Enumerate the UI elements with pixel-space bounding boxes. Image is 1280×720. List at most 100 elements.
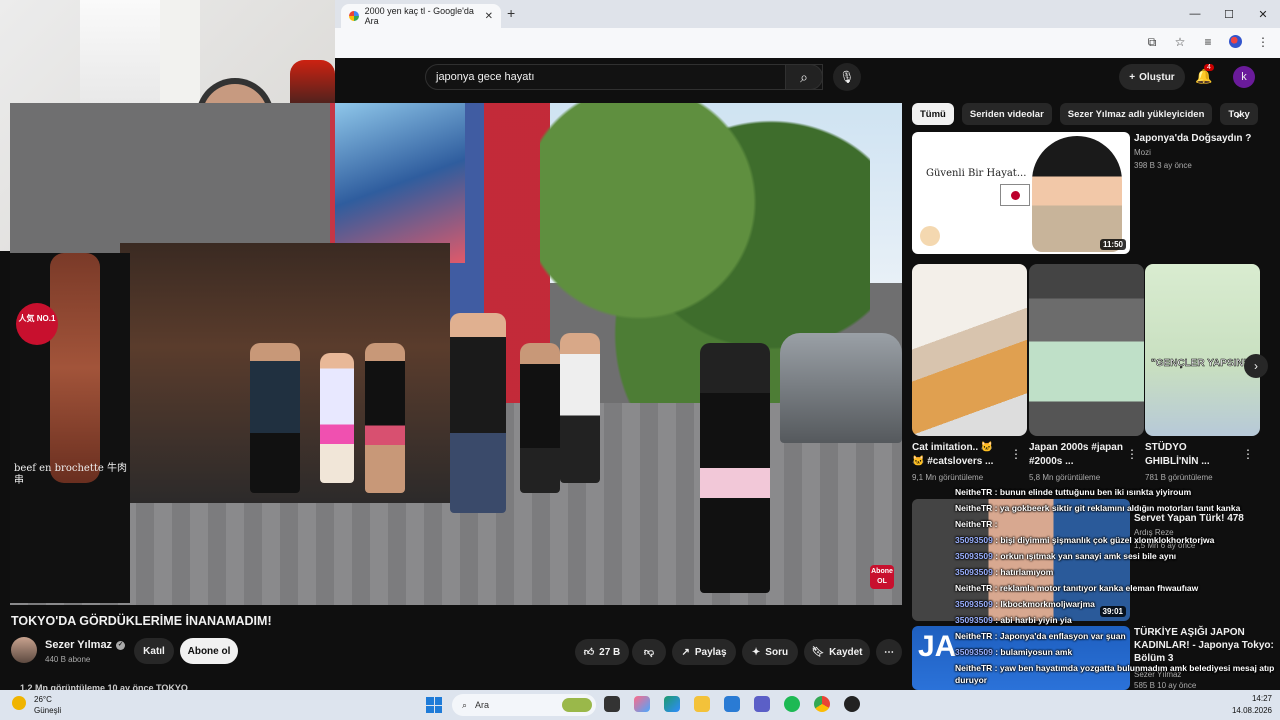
weather-widget[interactable]: 26°C Güneşli bbox=[12, 694, 61, 716]
tab-close-icon[interactable]: ✕ bbox=[485, 11, 493, 22]
dislike-button[interactable]: 👎︎ bbox=[632, 639, 666, 665]
chat-username: NeitheTR bbox=[955, 631, 993, 641]
browser-menu-icon[interactable]: ⋮ bbox=[1256, 35, 1270, 49]
short3-menu-icon[interactable]: ⋮ bbox=[1242, 447, 1254, 461]
channel-name[interactable]: Sezer Yılmaz ✓ bbox=[45, 639, 126, 651]
rec1-title[interactable]: Japonya'da Doğsaydın ? bbox=[1134, 132, 1264, 145]
short1-menu-icon[interactable]: ⋮ bbox=[1010, 447, 1022, 461]
short2-menu-icon[interactable]: ⋮ bbox=[1126, 447, 1138, 461]
more-actions-button[interactable]: ⋯ bbox=[876, 639, 902, 665]
rec1-illustration bbox=[1032, 136, 1122, 252]
poster-skewer bbox=[50, 253, 100, 483]
short2-thumbnail[interactable] bbox=[1029, 264, 1144, 436]
create-button[interactable]: + Oluştur bbox=[1119, 64, 1185, 90]
short1-thumbnail[interactable] bbox=[912, 264, 1027, 436]
ask-button[interactable]: ✦ Soru bbox=[742, 639, 798, 665]
channel-logo-icon bbox=[920, 226, 940, 246]
browser-tabbar: 2000 yen kaç tl - Google'da Ara ✕ + — ☐ … bbox=[335, 0, 1280, 28]
join-button[interactable]: Katıl bbox=[134, 638, 174, 664]
video-scene-person bbox=[560, 333, 600, 483]
chat-separator: : bbox=[992, 583, 1000, 593]
poster-text: beef en brochette 牛肉串 bbox=[14, 463, 127, 486]
search-icon: ⌕ bbox=[800, 68, 808, 85]
account-avatar[interactable]: k bbox=[1233, 66, 1255, 88]
short1-title[interactable]: Cat imitation.. 🐱 🐱 #catslovers ... bbox=[912, 441, 1007, 469]
short2-title[interactable]: Japan 2000s #japan #2000s ... bbox=[1029, 441, 1124, 469]
chat-text: lkbockmorkmoljwarjma bbox=[1000, 599, 1095, 609]
chat-text: reklamla motor tanıtıyor kanka eleman fh… bbox=[999, 583, 1199, 593]
chat-username: NeitheTR bbox=[955, 583, 993, 593]
system-clock[interactable]: 14:27 14.08.2026 bbox=[1232, 693, 1272, 717]
windows-taskbar: 26°C Güneşli ⌕ Ara 14:27 14.08.2026 bbox=[0, 690, 1280, 720]
install-app-icon[interactable]: ⧉ bbox=[1145, 35, 1159, 49]
filter-chips: Tümü Seriden videolar Sezer Yılmaz adlı … bbox=[912, 103, 1258, 125]
chip-uploader[interactable]: Sezer Yılmaz adlı yükleyiciden bbox=[1059, 103, 1213, 125]
like-button[interactable]: 👍︎ 27 B bbox=[575, 639, 629, 665]
share-label: Paylaş bbox=[694, 646, 727, 658]
video-scene-person bbox=[320, 353, 354, 483]
close-window-button[interactable]: ✕ bbox=[1246, 0, 1280, 28]
short3-title[interactable]: STÜDYO GHIBLİ'NİN ... bbox=[1145, 441, 1240, 469]
short3-thumb-text: "GENÇLER YAPSIN" bbox=[1151, 358, 1249, 370]
channel-avatar[interactable] bbox=[11, 637, 37, 663]
windows-start-icon[interactable] bbox=[426, 697, 442, 713]
browser-profile-icon[interactable] bbox=[1229, 35, 1242, 48]
search-icon: ⌕ bbox=[462, 699, 468, 710]
mic-icon: 🎙 bbox=[839, 70, 855, 84]
file-explorer-icon[interactable] bbox=[694, 696, 710, 712]
chrome-icon[interactable] bbox=[814, 696, 830, 712]
save-button[interactable]: 🔖︎ Kaydet bbox=[804, 639, 870, 665]
like-count: 27 B bbox=[599, 646, 621, 658]
rec1-channel[interactable]: Mozi bbox=[1134, 148, 1151, 157]
minimize-button[interactable]: — bbox=[1178, 0, 1212, 28]
create-label: Oluştur bbox=[1139, 71, 1175, 83]
chat-text: abi harbi yiyin yia bbox=[1000, 615, 1072, 625]
spotify-icon[interactable] bbox=[784, 696, 800, 712]
short2-views: 5,8 Mn görüntüleme bbox=[1029, 473, 1101, 482]
teams-icon[interactable] bbox=[754, 696, 770, 712]
chip-all[interactable]: Tümü bbox=[912, 103, 954, 125]
maximize-button[interactable]: ☐ bbox=[1212, 0, 1246, 28]
short3-thumbnail[interactable]: "GENÇLER YAPSIN" bbox=[1145, 264, 1260, 436]
search-button[interactable]: ⌕ bbox=[785, 64, 823, 90]
chip-series[interactable]: Seriden videolar bbox=[961, 103, 1052, 125]
share-button[interactable]: ↗ Paylaş bbox=[672, 639, 736, 665]
rec1-thumbnail[interactable]: Güvenli Bir Hayat... 11:50 bbox=[912, 132, 1130, 254]
taskbar-search[interactable]: ⌕ Ara bbox=[452, 694, 596, 716]
shorts-next-button[interactable]: › bbox=[1244, 354, 1268, 378]
media-control-icon[interactable]: ≡ bbox=[1201, 35, 1215, 49]
browser-tab[interactable]: 2000 yen kaç tl - Google'da Ara ✕ bbox=[341, 4, 501, 28]
weather-condition: Güneşli bbox=[34, 706, 62, 715]
outlook-icon[interactable] bbox=[724, 696, 740, 712]
chat-text: hatırlamıyom bbox=[1000, 567, 1054, 577]
voice-search-button[interactable]: 🎙 bbox=[833, 63, 861, 91]
chat-username: 35093509 bbox=[955, 551, 993, 561]
new-tab-button[interactable]: + bbox=[507, 5, 515, 21]
video-player[interactable]: 人気 NO.1 beef en brochette 牛肉串 Abone OL bbox=[10, 103, 902, 605]
japan-flag-icon bbox=[1000, 184, 1030, 206]
chevron-right-icon[interactable]: › bbox=[1236, 106, 1241, 122]
chat-message: 35093509 : hatırlamıyom bbox=[955, 564, 1280, 580]
copilot-icon[interactable] bbox=[634, 696, 650, 712]
subscribe-watermark[interactable]: Abone OL bbox=[870, 565, 894, 589]
chat-separator: : bbox=[992, 519, 998, 529]
recording-app-icon[interactable] bbox=[844, 696, 860, 712]
video-scene-person bbox=[365, 343, 405, 493]
youtube-header: japonya gece hayatı ✕ ⌕ 🎙 + Oluştur 🔔 4 … bbox=[335, 58, 1280, 98]
chat-message: 35093509 : bişi diyimmi şişmanlık çok gü… bbox=[955, 532, 1280, 548]
chat-message: 35093509 : bulamiyosun amk bbox=[955, 644, 1280, 660]
search-highlight-icon bbox=[562, 698, 592, 712]
search-input[interactable]: japonya gece hayatı ✕ bbox=[425, 64, 823, 90]
notifications-button[interactable]: 🔔 4 bbox=[1195, 64, 1214, 85]
subscribe-button[interactable]: Abone ol bbox=[180, 638, 238, 664]
task-view-icon[interactable] bbox=[604, 696, 620, 712]
chat-message: NeitheTR : reklamla motor tanıtıyor kank… bbox=[955, 580, 1280, 596]
edge-icon[interactable] bbox=[664, 696, 680, 712]
chat-separator: : bbox=[992, 631, 1000, 641]
bookmark-star-icon[interactable]: ☆ bbox=[1173, 35, 1187, 49]
chat-username: NeitheTR bbox=[955, 663, 993, 673]
video-scene-poster: 人気 NO.1 beef en brochette 牛肉串 bbox=[10, 253, 130, 603]
chat-text: bunun elinde tuttuğunu ben iki ısınkta y… bbox=[999, 487, 1192, 497]
like-icon: 👍︎ bbox=[583, 647, 595, 658]
sun-icon bbox=[12, 696, 26, 710]
